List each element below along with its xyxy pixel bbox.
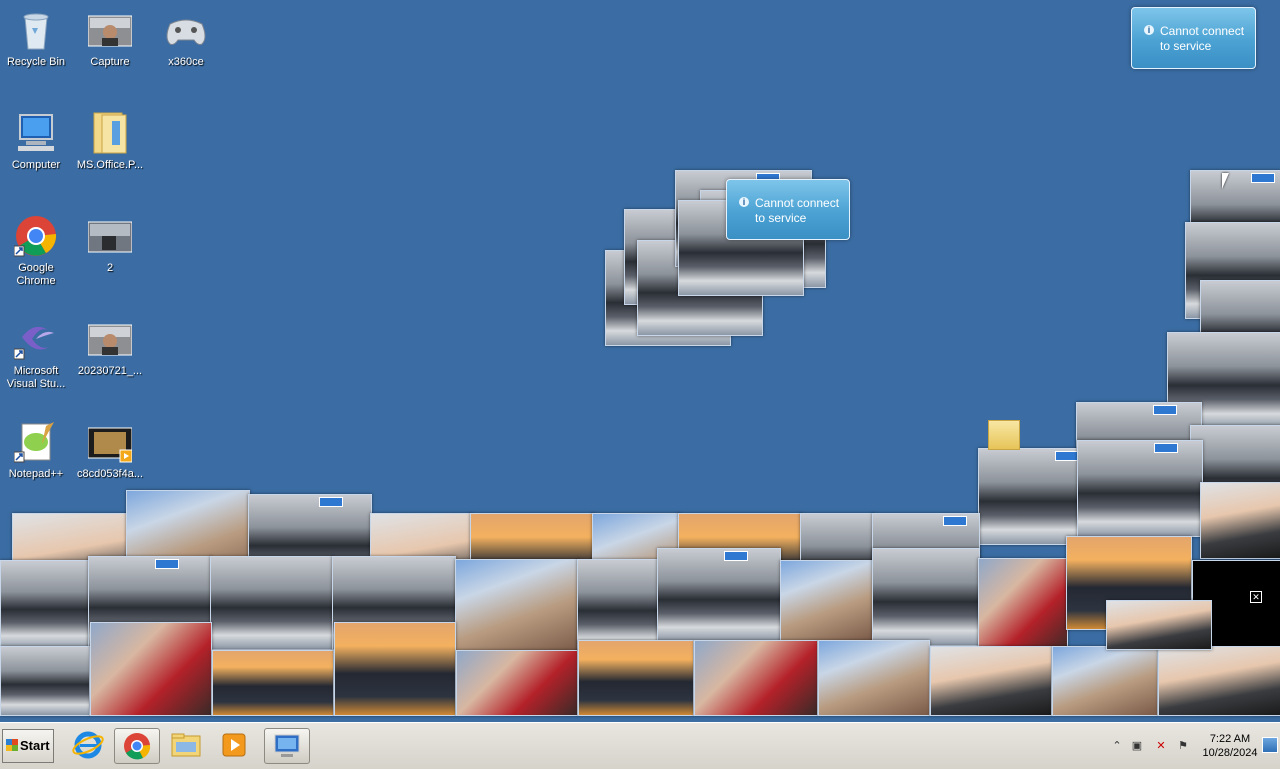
window-thumbnail[interactable] xyxy=(1158,646,1280,716)
desktop-icon-label: Google Chrome xyxy=(16,262,56,287)
desktop-icon-ms-office[interactable]: MS.Office.P... xyxy=(74,111,146,172)
remote-desktop-icon xyxy=(274,734,300,757)
desktop-icon-computer[interactable]: Computer xyxy=(0,111,72,172)
window-thumbnail[interactable] xyxy=(210,556,334,650)
desktop-icon-label: Recycle Bin xyxy=(6,56,66,68)
start-label: Start xyxy=(20,738,50,753)
desktop-icon-c8cd053f4a[interactable]: c8cd053f4a... xyxy=(74,420,146,481)
desktop-icon-label: Computer xyxy=(11,159,61,171)
taskbar-app-file-explorer[interactable] xyxy=(164,728,208,762)
desktop-icon-label: x360ce xyxy=(168,56,204,68)
desktop-icon-recycle-bin[interactable]: Recycle Bin xyxy=(0,8,72,69)
start-button[interactable]: Start xyxy=(2,729,54,763)
chrome-icon xyxy=(13,214,58,258)
notification-message: Cannot connect to service xyxy=(1160,24,1245,53)
notepad-plus-plus-icon xyxy=(13,420,58,464)
desktop-icon-google-chrome[interactable]: Google Chrome xyxy=(0,214,72,288)
show-desktop-icon[interactable] xyxy=(1262,737,1278,753)
chrome-icon xyxy=(124,733,151,760)
desktop-icon-label: Notepad++ xyxy=(8,468,64,480)
file-explorer-icon xyxy=(171,733,201,757)
taskbar-app-remote-desktop[interactable] xyxy=(264,728,310,764)
taskbar-app-internet-explorer[interactable] xyxy=(66,728,110,762)
window-thumbnail[interactable] xyxy=(1052,646,1158,716)
window-thumbnail[interactable] xyxy=(872,548,980,646)
window-thumbnail[interactable] xyxy=(0,646,90,716)
mouse-cursor xyxy=(1222,173,1236,189)
window-thumbnail[interactable] xyxy=(930,646,1052,716)
window-thumbnail[interactable] xyxy=(780,560,874,642)
taskbar-app-chrome[interactable] xyxy=(114,728,160,764)
image-thumbnail-icon xyxy=(87,317,133,361)
desktop: Recycle Bin Capture x360ce Computer MS.O… xyxy=(0,0,1280,722)
video-thumbnail-icon xyxy=(87,420,133,464)
desktop-icon-label: 20230721_... xyxy=(77,365,143,377)
folder-icon xyxy=(88,111,132,155)
notification-message: Cannot connect to service xyxy=(755,196,840,225)
window-thumbnail[interactable] xyxy=(694,640,818,716)
window-thumbnail[interactable] xyxy=(577,559,659,653)
computer-icon xyxy=(14,111,58,155)
window-thumbnail[interactable] xyxy=(818,640,930,716)
notification-toast[interactable]: i Cannot connect to service xyxy=(1131,7,1256,69)
info-icon: i xyxy=(1144,25,1154,35)
taskbar: Start ⌃ ▣ ✕ ⚑ 7:22 AM 10/28/2024 xyxy=(0,722,1280,769)
recycle-bin-icon xyxy=(14,8,58,52)
window-thumbnail[interactable] xyxy=(1077,440,1203,537)
visual-studio-icon xyxy=(13,317,58,361)
desktop-icon-capture[interactable]: Capture xyxy=(74,8,146,69)
close-icon[interactable]: ✕ xyxy=(1250,591,1262,603)
window-thumbnail[interactable] xyxy=(455,559,579,653)
desktop-icon-label: MS.Office.P... xyxy=(76,159,144,171)
clock-date: 10/28/2024 xyxy=(1202,747,1258,759)
windows-flag-icon xyxy=(6,739,18,751)
desktop-icon-2[interactable]: 2 xyxy=(74,214,146,275)
window-thumbnail[interactable] xyxy=(657,548,781,642)
window-thumbnail[interactable] xyxy=(578,640,694,716)
window-thumbnail[interactable] xyxy=(1200,482,1280,559)
network-icon[interactable]: ▣ xyxy=(1130,739,1144,753)
desktop-icon-label: Microsoft Visual Stu... xyxy=(6,365,66,390)
desktop-icon-visual-studio[interactable]: Microsoft Visual Stu... xyxy=(0,317,72,391)
window-thumbnail[interactable] xyxy=(1106,600,1212,650)
clock-time: 7:22 AM xyxy=(1209,733,1251,745)
window-thumbnail[interactable] xyxy=(978,558,1068,652)
desktop-icon-label: 2 xyxy=(106,262,114,274)
info-icon: i xyxy=(739,197,749,207)
desktop-icon-notepad-plus-plus[interactable]: Notepad++ xyxy=(0,420,72,481)
folder-icon xyxy=(988,420,1020,450)
image-thumbnail-icon xyxy=(87,214,133,258)
window-thumbnail[interactable] xyxy=(212,650,334,716)
action-center-flag-icon[interactable]: ⚑ xyxy=(1176,739,1190,753)
internet-explorer-icon xyxy=(72,731,104,759)
window-thumbnail[interactable] xyxy=(90,622,212,716)
desktop-icon-label: c8cd053f4a... xyxy=(76,468,144,480)
gamepad-icon xyxy=(164,8,208,52)
window-thumbnail[interactable] xyxy=(0,560,90,650)
window-thumbnail[interactable] xyxy=(334,622,456,716)
desktop-icon-20230721[interactable]: 20230721_... xyxy=(74,317,146,378)
notification-toast[interactable]: i Cannot connect to service xyxy=(726,179,850,240)
taskbar-app-media-player[interactable] xyxy=(212,728,256,762)
image-thumbnail-icon xyxy=(87,8,133,52)
taskbar-clock[interactable]: 7:22 AM 10/28/2024 xyxy=(1196,732,1264,760)
volume-muted-icon[interactable]: ✕ xyxy=(1154,739,1168,753)
desktop-icon-x360ce[interactable]: x360ce xyxy=(150,8,222,69)
show-hidden-icons-chevron-icon[interactable]: ⌃ xyxy=(1110,739,1124,753)
media-player-icon xyxy=(222,733,246,757)
desktop-icon-label: Capture xyxy=(90,56,130,68)
window-thumbnail[interactable] xyxy=(456,650,578,716)
